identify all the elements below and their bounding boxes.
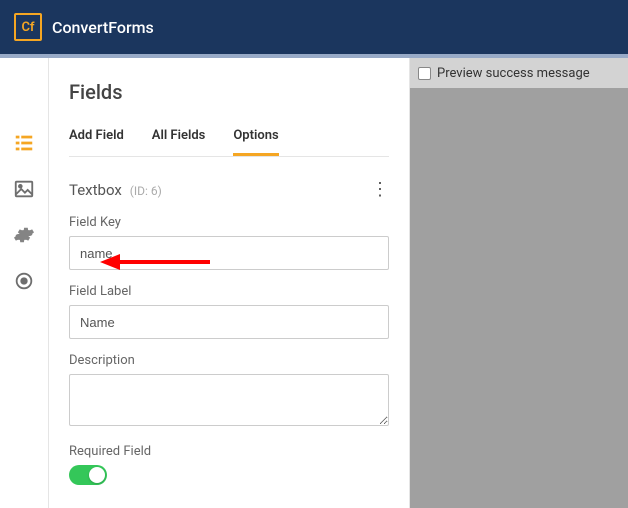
sidebar bbox=[0, 58, 48, 508]
required-toggle[interactable] bbox=[69, 465, 107, 485]
logo-text: Cf bbox=[21, 20, 34, 35]
tab-add-field[interactable]: Add Field bbox=[69, 128, 124, 156]
description-label: Description bbox=[69, 353, 389, 368]
page-title: Fields bbox=[69, 80, 389, 104]
field-key-input[interactable] bbox=[69, 236, 389, 270]
list-icon[interactable] bbox=[13, 132, 35, 154]
top-bar: Cf ConvertForms bbox=[0, 0, 628, 54]
tab-all-fields[interactable]: All Fields bbox=[152, 128, 206, 156]
field-label-input[interactable] bbox=[69, 305, 389, 339]
target-icon[interactable] bbox=[13, 270, 35, 292]
image-icon[interactable] bbox=[13, 178, 35, 200]
field-id: (ID: 6) bbox=[130, 184, 162, 198]
preview-checkbox[interactable] bbox=[418, 67, 431, 80]
preview-bar: Preview success message bbox=[410, 58, 628, 88]
required-label: Required Field bbox=[69, 444, 389, 459]
app-logo: Cf bbox=[14, 13, 42, 41]
field-key-label: Field Key bbox=[69, 215, 389, 230]
tabs: Add Field All Fields Options bbox=[69, 128, 389, 157]
app-title: ConvertForms bbox=[52, 18, 154, 37]
kebab-icon[interactable]: ⋮ bbox=[371, 181, 389, 199]
field-type-name: Textbox bbox=[69, 181, 122, 199]
field-label-label: Field Label bbox=[69, 284, 389, 299]
preview-label: Preview success message bbox=[437, 66, 590, 81]
tab-options[interactable]: Options bbox=[233, 128, 278, 156]
description-textarea[interactable] bbox=[69, 374, 389, 426]
fields-panel: Fields Add Field All Fields Options Text… bbox=[48, 58, 410, 508]
main-area: Fields Add Field All Fields Options Text… bbox=[0, 58, 628, 508]
toggle-knob bbox=[89, 467, 105, 483]
preview-pane: Preview success message bbox=[410, 58, 628, 508]
field-section-header: Textbox (ID: 6) ⋮ bbox=[69, 181, 389, 199]
gear-icon[interactable] bbox=[13, 224, 35, 246]
